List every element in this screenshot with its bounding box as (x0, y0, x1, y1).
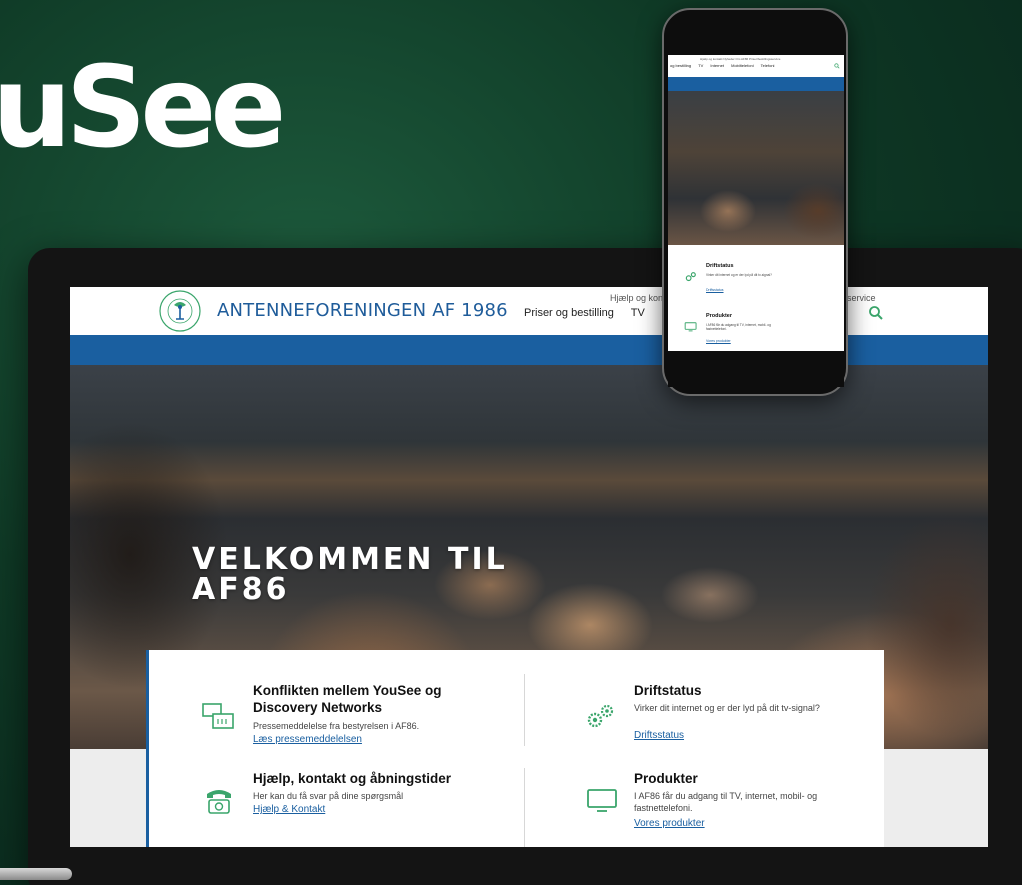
panel-divider (524, 768, 525, 847)
nav-item-prices[interactable]: Priser og bestilling (524, 307, 614, 319)
phone-card-text: Virker dit internet og er der lyd på dit… (706, 273, 772, 277)
card-link[interactable]: Driftsstatus (634, 730, 684, 741)
brand-logo: uSee (0, 43, 286, 173)
card-title: Produkter (634, 771, 698, 786)
phone-nav-mobile[interactable]: Mobiltelefoni (731, 63, 753, 68)
hero-title-line-1: VELKOMMEN TIL (192, 542, 508, 577)
info-card-driftstatus: Driftstatus Virker dit internet og er de… (529, 650, 887, 750)
hero-title: VELKOMMEN TIL AF86 (192, 545, 572, 605)
monitor-icon (587, 789, 617, 812)
card-title: Driftstatus (634, 683, 702, 698)
card-text: I AF86 får du adgang til TV, internet, m… (634, 791, 818, 813)
hero-title-line-2: AF86 (192, 572, 290, 607)
phone-card-title: Driftstatus (706, 263, 734, 269)
header-band (70, 335, 988, 365)
phone-nav-telephony[interactable]: Telefoni (761, 63, 775, 68)
phone-header-band (668, 77, 844, 91)
main-nav: Priser og bestilling TV i (524, 307, 848, 319)
site-name[interactable]: ANTENNEFORENINGEN AF 1986 (217, 300, 508, 321)
monitor-icon (684, 322, 697, 332)
card-text: Her kan du få svar på dine spørgsmål (253, 791, 404, 801)
info-card-conflict: Konflikten mellem YouSee og Discovery Ne… (149, 650, 519, 750)
gears-icon (685, 272, 696, 282)
phone-card-text: I AF86 får du adgang til TV, internet, m… (706, 323, 771, 331)
phone-screen: Hjælp og kontakt Nyheder Om AF86 Priser/… (668, 55, 844, 351)
screens-icon (202, 703, 234, 729)
card-link[interactable]: Vores produkter (634, 818, 705, 829)
search-icon[interactable] (868, 305, 884, 321)
phone-nav: og bestilling TV Internet Mobiltelefoni … (670, 63, 780, 68)
laptop-screen: ANTENNEFORENINGEN AF 1986 Hjælp og konta… (70, 287, 988, 847)
site-header: ANTENNEFORENINGEN AF 1986 Hjælp og konta… (70, 287, 988, 335)
phone-top-links[interactable]: Hjælp og kontakt Nyheder Om AF86 Priser/… (700, 57, 780, 61)
card-link[interactable]: Læs pressemeddelelsen (253, 734, 362, 745)
card-title: Konflikten mellem YouSee og Discovery Ne… (253, 683, 442, 715)
laptop-base (0, 868, 72, 880)
info-panel: Konflikten mellem YouSee og Discovery Ne… (146, 650, 884, 847)
gears-icon (587, 704, 614, 728)
info-card-help: Hjælp, kontakt og åbningstider Her kan d… (149, 754, 519, 847)
card-text: Virker dit internet og er der lyd på dit… (634, 703, 820, 713)
panel-divider (524, 674, 525, 746)
phone-card-link[interactable]: Driftsstatus (706, 288, 724, 292)
card-title: Hjælp, kontakt og åbningstider (253, 771, 452, 786)
phone-info-card: Driftstatus Virker dit internet og er de… (680, 245, 814, 351)
phone-bottom-bezel (668, 351, 844, 387)
card-text: Pressemeddelelse fra bestyrelsen i AF86. (253, 721, 420, 731)
phone-search-icon[interactable] (834, 63, 840, 69)
nav-item-tv[interactable]: TV (631, 307, 645, 319)
phone-nav-prices[interactable]: og bestilling (670, 63, 691, 68)
telephone-icon (207, 790, 231, 814)
phone-nav-tv[interactable]: TV (698, 63, 703, 68)
card-link[interactable]: Hjælp & Kontakt (253, 804, 325, 815)
info-card-products: Produkter I AF86 får du adgang til TV, i… (529, 754, 887, 847)
association-logo-icon[interactable] (148, 289, 212, 333)
phone-card-title: Produkter (706, 313, 732, 319)
phone-hero (668, 91, 844, 245)
phone-card-link[interactable]: Vores produkter (706, 339, 731, 343)
phone-nav-internet[interactable]: Internet (710, 63, 724, 68)
